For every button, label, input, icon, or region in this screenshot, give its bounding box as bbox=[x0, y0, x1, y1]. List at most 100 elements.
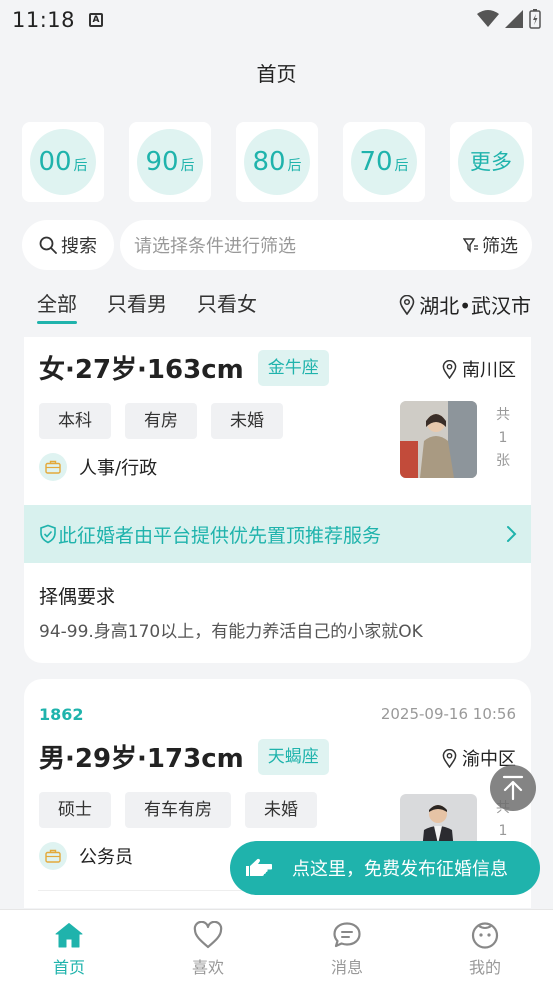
tag: 未婚 bbox=[245, 792, 317, 828]
partner-requirements-title: 择偶要求 bbox=[39, 586, 116, 608]
gen-circle: 更多 bbox=[458, 129, 524, 195]
gen-card-90[interactable]: 90 后 bbox=[129, 122, 211, 202]
gender-tabs: 全部 只看男 只看女 bbox=[37, 288, 257, 324]
tag: 硕士 bbox=[39, 792, 111, 828]
notification-icon: A bbox=[89, 13, 104, 27]
tag: 未婚 bbox=[211, 403, 283, 439]
tab-male[interactable]: 只看男 bbox=[107, 288, 167, 317]
gen-number: 90 bbox=[145, 147, 179, 177]
nav-home[interactable]: 首页 bbox=[29, 916, 109, 978]
gen-circle: 00 后 bbox=[30, 129, 96, 195]
zodiac-badge: 金牛座 bbox=[257, 349, 329, 386]
gen-number: 80 bbox=[252, 147, 286, 177]
chevron-right-icon bbox=[507, 526, 517, 542]
wifi-icon bbox=[477, 10, 499, 27]
location-pin-icon bbox=[442, 359, 457, 379]
gen-suffix: 后 bbox=[73, 158, 88, 174]
tag: 本科 bbox=[39, 403, 111, 439]
publish-listing-button[interactable]: 点这里，免费发布征婚信息 bbox=[230, 841, 540, 895]
tag: 有房 bbox=[125, 403, 197, 439]
gen-suffix: 后 bbox=[180, 158, 195, 174]
heart-icon bbox=[168, 916, 248, 954]
nav-label: 我的 bbox=[468, 958, 501, 977]
partner-requirements-text: 94-99.身高170以上，有能力养活自己的小家就OK bbox=[39, 622, 423, 642]
gen-number: 00 bbox=[38, 147, 72, 177]
filter-icon bbox=[463, 238, 478, 253]
tag-list: 本科 有房 未婚 bbox=[39, 403, 283, 439]
search-label: 搜索 bbox=[61, 236, 97, 257]
nav-likes[interactable]: 喜欢 bbox=[168, 916, 248, 978]
gen-circle: 70 后 bbox=[351, 129, 417, 195]
gen-card-80[interactable]: 80 后 bbox=[236, 122, 318, 202]
bottom-nav: 首页 喜欢 消息 我的 bbox=[0, 909, 553, 984]
battery-icon bbox=[529, 9, 541, 29]
district: 南川区 bbox=[442, 356, 516, 382]
arrow-up-icon bbox=[502, 775, 524, 801]
nav-profile[interactable]: 我的 bbox=[445, 916, 525, 978]
search-icon bbox=[39, 236, 57, 254]
gen-circle: 90 后 bbox=[137, 129, 203, 195]
location-pin-icon bbox=[399, 294, 415, 315]
page-title: 首页 bbox=[256, 62, 297, 86]
occupation-label: 人事/行政 bbox=[79, 458, 158, 479]
priority-promo-banner[interactable]: 此征婚者由平台提供优先置顶推荐服务 bbox=[24, 505, 531, 563]
gen-card-more[interactable]: 更多 bbox=[450, 122, 532, 202]
gen-suffix: 后 bbox=[287, 158, 302, 174]
profile-feed: 女·27岁·163cm 金牛座 南川区 本科 有房 未婚 人事/行政 共 1 张 bbox=[24, 337, 531, 908]
filter-button[interactable]: 筛选 bbox=[463, 232, 518, 258]
filter-placeholder: 请选择条件进行筛选 bbox=[134, 236, 296, 257]
message-icon bbox=[307, 916, 387, 954]
profile-basic-info: 女·27岁·163cm bbox=[39, 355, 244, 385]
photo-count: 共 1 张 bbox=[493, 404, 513, 473]
location-pin-icon bbox=[442, 748, 457, 768]
profile-photo[interactable] bbox=[400, 401, 477, 478]
gen-circle: 80 后 bbox=[244, 129, 310, 195]
filter-input[interactable]: 请选择条件进行筛选 筛选 bbox=[120, 220, 532, 270]
pointing-hand-icon bbox=[246, 858, 272, 876]
search-button[interactable]: 搜索 bbox=[22, 220, 114, 270]
photo-count-suffix: 张 bbox=[496, 453, 510, 469]
tab-label: 全部 bbox=[37, 292, 77, 316]
filter-label: 筛选 bbox=[482, 236, 518, 257]
tab-female[interactable]: 只看女 bbox=[197, 288, 257, 317]
scroll-to-top-button[interactable] bbox=[490, 765, 536, 811]
gen-card-70[interactable]: 70 后 bbox=[343, 122, 425, 202]
gen-number: 70 bbox=[359, 147, 393, 177]
occupation-label: 公务员 bbox=[79, 847, 133, 868]
gen-card-00[interactable]: 00 后 bbox=[22, 122, 104, 202]
profile-id: 1862 bbox=[39, 705, 84, 724]
tab-underline bbox=[37, 321, 77, 324]
nav-label: 喜欢 bbox=[191, 958, 224, 977]
more-label: 更多 bbox=[470, 150, 512, 174]
zodiac-badge: 天蝎座 bbox=[257, 738, 329, 775]
status-bar: 11:18 A bbox=[0, 0, 553, 40]
photo-count-number: 1 bbox=[498, 430, 508, 446]
location-selector[interactable]: 湖北•武汉市 bbox=[399, 290, 531, 319]
nav-label: 消息 bbox=[330, 958, 363, 977]
shield-check-icon bbox=[40, 524, 56, 544]
profile-card[interactable]: 女·27岁·163cm 金牛座 南川区 本科 有房 未婚 人事/行政 共 1 张 bbox=[24, 337, 531, 663]
status-icons bbox=[477, 9, 541, 29]
gen-suffix: 后 bbox=[394, 158, 409, 174]
publish-label: 点这里，免费发布征婚信息 bbox=[292, 859, 508, 880]
tab-all[interactable]: 全部 bbox=[37, 288, 77, 324]
occupation: 人事/行政 bbox=[39, 453, 157, 481]
profile-title: 女·27岁·163cm 金牛座 bbox=[39, 349, 329, 386]
nav-messages[interactable]: 消息 bbox=[307, 916, 387, 978]
tag: 有车有房 bbox=[125, 792, 231, 828]
photo-count-prefix: 共 bbox=[496, 407, 510, 423]
signal-icon bbox=[505, 10, 523, 28]
briefcase-icon bbox=[39, 453, 67, 481]
tag-list: 硕士 有车有房 未婚 bbox=[39, 792, 317, 828]
profile-title: 男·29岁·173cm 天蝎座 bbox=[39, 738, 329, 775]
post-date: 2025-09-16 10:56 bbox=[380, 705, 516, 723]
profile-icon bbox=[445, 916, 525, 954]
profile-basic-info: 男·29岁·173cm bbox=[39, 744, 244, 774]
generation-filter-row: 00 后 90 后 80 后 70 后 更多 bbox=[22, 122, 532, 202]
promo-text: 此征婚者由平台提供优先置顶推荐服务 bbox=[58, 524, 382, 547]
nav-label: 首页 bbox=[52, 958, 85, 977]
briefcase-icon bbox=[39, 842, 67, 870]
photo-count-number: 1 bbox=[498, 823, 508, 839]
home-icon bbox=[29, 916, 109, 954]
person-photo-image bbox=[400, 401, 477, 478]
